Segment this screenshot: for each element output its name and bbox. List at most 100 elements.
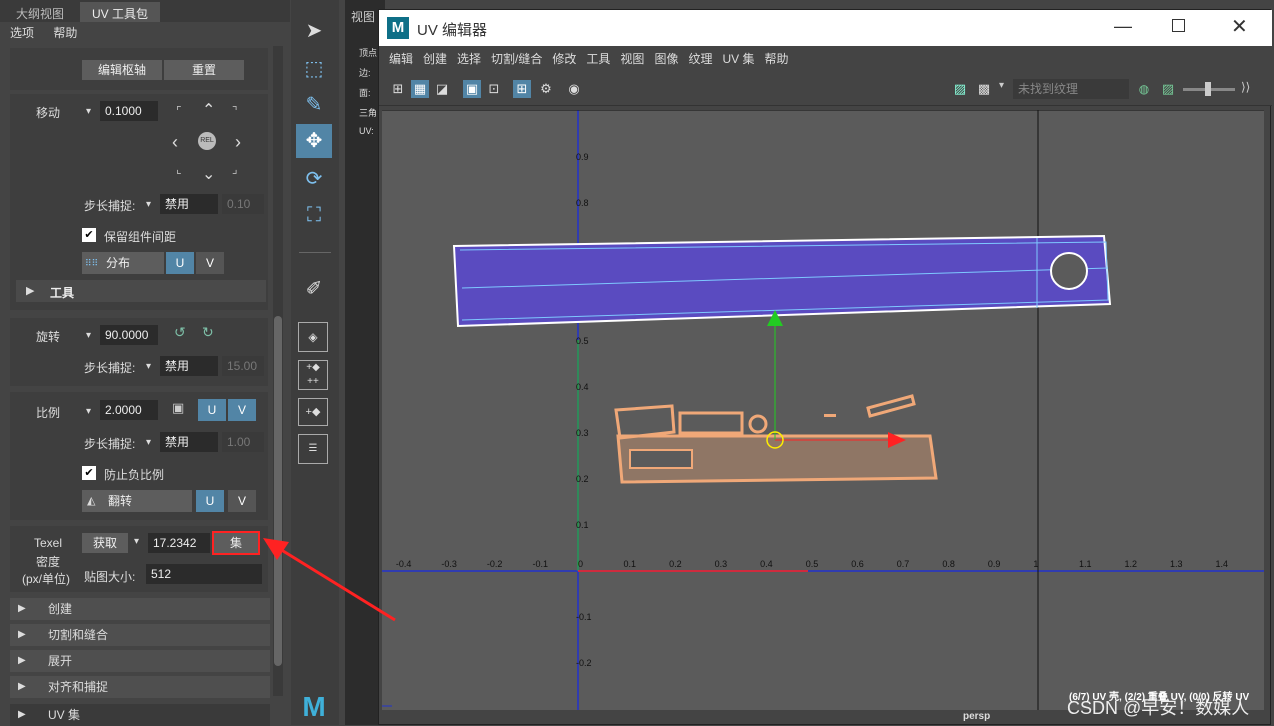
checker-tile-icon[interactable]: ◪ <box>433 80 451 98</box>
outliner-layout-icon[interactable]: ☰ <box>298 434 328 464</box>
texture-selector[interactable]: 未找到纹理 <box>1013 79 1129 99</box>
grid-toggle-icon[interactable]: ▣ <box>463 80 481 98</box>
scale-tool-icon[interactable]: ⛶ <box>296 198 332 232</box>
scale-snap-mode[interactable]: 禁用 <box>160 432 218 452</box>
scale-value-field[interactable]: 2.0000 <box>100 400 158 420</box>
menu-options[interactable]: 选项 <box>10 26 34 40</box>
rotate-snap-mode[interactable]: 禁用 <box>160 356 218 376</box>
move-snap-mode[interactable]: 禁用 <box>160 194 218 214</box>
single-pane-layout-icon[interactable]: ◈ <box>298 322 328 352</box>
uv-menu-item[interactable]: 工具 <box>586 46 610 72</box>
uv-shell-ring[interactable] <box>748 414 768 434</box>
maximize-icon[interactable] <box>1172 19 1185 32</box>
uv-menu-item[interactable]: 纹理 <box>688 46 712 72</box>
image-display-icon[interactable]: ▨ <box>951 80 969 98</box>
scale-handle-icon[interactable]: ▣ <box>172 400 184 416</box>
tab-uv-toolkit[interactable]: UV 工具包 <box>80 2 161 22</box>
exposure-slider-handle[interactable] <box>1205 82 1211 96</box>
tools-header[interactable]: ▶ 工具 <box>16 280 266 302</box>
uv-shell-small-a[interactable] <box>614 404 676 440</box>
keep-spacing-checkbox[interactable]: ✔ <box>82 228 96 242</box>
distribute-button[interactable]: ⠿⠿ 分布 <box>82 252 164 274</box>
paint-select-tool-icon[interactable]: ✎ <box>296 88 332 122</box>
selected-uv-shell[interactable] <box>452 234 1112 328</box>
section-uv-set[interactable]: ▶ UV 集 <box>10 704 270 726</box>
rotate-cw-icon[interactable]: ↻ <box>202 324 214 341</box>
rotate-dropdown-icon[interactable]: ▾ <box>86 330 91 341</box>
uv-menu-item[interactable]: 创建 <box>423 46 447 72</box>
move-right-icon[interactable]: › <box>235 132 241 153</box>
move-up-icon[interactable]: ⌃ <box>202 100 215 120</box>
texel-value-field[interactable]: 17.2342 <box>148 533 210 553</box>
flip-u-button[interactable]: U <box>196 490 224 512</box>
move-dropdown-icon[interactable]: ▾ <box>86 106 91 117</box>
uv-menu-item[interactable]: 切割/缝合 <box>491 46 542 72</box>
uv-menu-item[interactable]: 编辑 <box>389 46 413 72</box>
edit-pivot-button[interactable]: 编辑枢轴 <box>82 60 162 80</box>
move-downleft-icon[interactable]: ⌞ <box>176 162 182 176</box>
alpha-channel-icon[interactable]: ▨ <box>1159 80 1177 98</box>
uv-menu-item[interactable]: 帮助 <box>764 46 788 72</box>
rel-toggle-button[interactable]: REL <box>198 132 216 150</box>
uv-shell-border-icon[interactable]: ⊞ <box>389 80 407 98</box>
flip-v-button[interactable]: V <box>228 490 256 512</box>
map-size-field[interactable]: 512 <box>146 564 262 584</box>
move-left-icon[interactable]: ‹ <box>172 132 178 153</box>
lasso-tool-icon[interactable]: ⬚ <box>296 52 332 86</box>
uv-menu-item[interactable]: 图像 <box>654 46 678 72</box>
distribute-v-button[interactable]: V <box>196 252 224 274</box>
move-upright-icon[interactable]: ⌝ <box>232 104 238 118</box>
uv-menu-item[interactable]: UV 集 <box>722 46 754 72</box>
scale-u-button[interactable]: U <box>198 399 226 421</box>
reset-button[interactable]: 重置 <box>164 60 244 80</box>
checker-map-icon[interactable]: ▩ <box>975 80 993 98</box>
rotate-ccw-icon[interactable]: ↺ <box>174 324 186 341</box>
two-pane-layout-icon[interactable]: +◆ <box>298 398 328 426</box>
last-tool-icon[interactable]: ✐ <box>296 272 332 306</box>
toolbar-overflow-icon[interactable]: ⟩⟩ <box>1241 80 1250 94</box>
section-cut-sew[interactable]: ▶ 切割和缝合 <box>10 624 270 646</box>
section-unfold[interactable]: ▶ 展开 <box>10 650 270 672</box>
select-tool-icon[interactable]: ➤ <box>296 14 332 48</box>
distribute-u-button[interactable]: U <box>166 252 194 274</box>
minimize-icon[interactable]: — <box>1114 16 1132 37</box>
uv-menu-item[interactable]: 视图 <box>620 46 644 72</box>
scale-dropdown-icon[interactable]: ▾ <box>86 406 91 417</box>
menu-help[interactable]: 帮助 <box>53 26 77 40</box>
texel-dropdown-icon[interactable]: ▾ <box>134 536 139 547</box>
move-upleft-icon[interactable]: ⌜ <box>176 104 182 118</box>
rotate-value-field[interactable]: 90.0000 <box>100 325 158 345</box>
uv-shell-small-b[interactable] <box>678 411 744 435</box>
texel-get-button[interactable]: 获取 <box>82 533 128 553</box>
uv-shell-tiny[interactable] <box>824 414 836 417</box>
rotate-snap-dropdown-icon[interactable]: ▾ <box>146 361 151 372</box>
rgb-channel-icon[interactable]: ◍ <box>1135 80 1153 98</box>
four-pane-layout-icon[interactable]: +◆ ++ <box>298 360 328 390</box>
rotate-tool-icon[interactable]: ⟳ <box>296 162 332 196</box>
uv-menu-item[interactable]: 选择 <box>457 46 481 72</box>
section-create[interactable]: ▶ 创建 <box>10 598 270 620</box>
texture-dropdown-icon[interactable]: ▾ <box>999 80 1004 91</box>
texel-set-button[interactable]: 集 <box>212 531 260 555</box>
exposure-slider[interactable] <box>1183 82 1235 96</box>
close-icon[interactable]: ✕ <box>1231 14 1248 39</box>
uv-canvas[interactable]: -0.4 -0.3 -0.2 -0.1 0 0.1 0.2 0.3 0.4 0.5 0.6 0.7 0.… <box>382 110 1264 710</box>
scale-snap-dropdown-icon[interactable]: ▾ <box>146 437 151 448</box>
move-value-field[interactable]: 0.1000 <box>100 101 158 121</box>
uv-menu-item[interactable]: 修改 <box>552 46 576 72</box>
snapshot-icon[interactable]: ◉ <box>565 80 583 98</box>
tab-outliner[interactable]: 大纲视图 <box>4 2 76 22</box>
move-down-icon[interactable]: ⌄ <box>202 164 215 184</box>
move-snap-dropdown-icon[interactable]: ▾ <box>146 199 151 210</box>
dim-image-icon[interactable]: ⊞ <box>513 80 531 98</box>
pixel-snap-icon[interactable]: ⊡ <box>485 80 503 98</box>
move-downright-icon[interactable]: ⌟ <box>232 162 238 176</box>
uv-shell-strip[interactable] <box>866 394 916 418</box>
display-settings-icon[interactable]: ⚙ <box>537 80 555 98</box>
move-tool-icon[interactable]: ✥ <box>296 124 332 158</box>
viewport-menu-view[interactable]: 视图 <box>351 8 375 25</box>
flip-button[interactable]: ◭ 翻转 <box>82 490 192 512</box>
prevent-negative-checkbox[interactable]: ✔ <box>82 466 96 480</box>
section-align-snap[interactable]: ▶ 对齐和捕捉 <box>10 676 270 698</box>
shaded-uv-icon[interactable]: ▦ <box>411 80 429 98</box>
